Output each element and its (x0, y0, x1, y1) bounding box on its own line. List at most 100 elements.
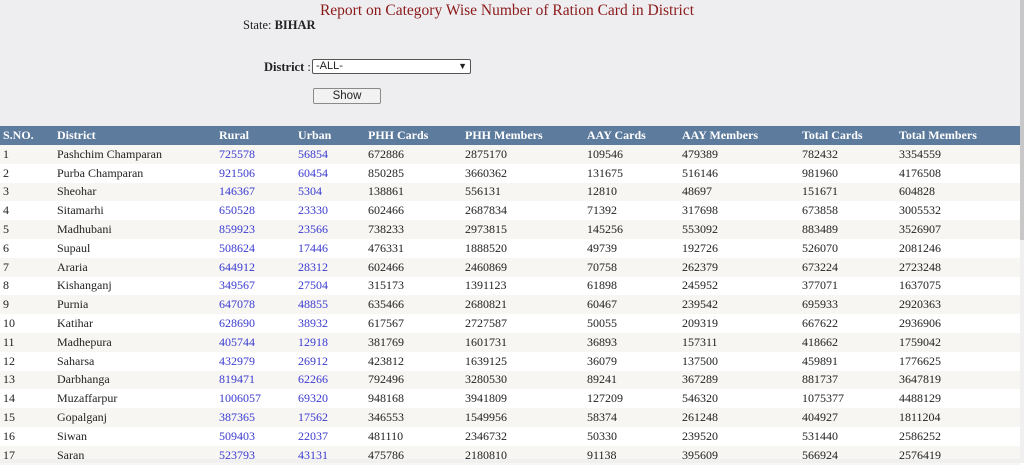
table-cell: 3660362 (462, 163, 584, 183)
table-cell-link[interactable]: 62266 (295, 370, 365, 390)
table-cell: 2081246 (896, 238, 1020, 258)
table-cell: 531440 (799, 426, 896, 446)
table-cell-link[interactable]: 859923 (216, 220, 295, 239)
table-cell-link[interactable]: 22037 (295, 426, 365, 446)
table-cell-link[interactable]: 38932 (295, 314, 365, 333)
table-cell: 11 (0, 332, 54, 352)
table-cell-link[interactable]: 921506 (216, 163, 295, 183)
table-cell: 8 (0, 276, 54, 296)
scrollbar-thumb[interactable] (1020, 0, 1024, 240)
table-cell: 459891 (799, 351, 896, 371)
table-cell-link[interactable]: 628690 (216, 314, 295, 333)
column-header: PHH Cards (365, 126, 462, 145)
state-label: State: (243, 18, 272, 32)
table-cell: 131675 (584, 163, 679, 183)
table-cell-link[interactable]: 725578 (216, 145, 295, 164)
table-cell-link[interactable]: 5304 (295, 182, 365, 202)
table-cell: 883489 (799, 220, 896, 239)
table-cell: 2460869 (462, 257, 584, 277)
table-cell: 127209 (584, 389, 679, 409)
table-cell-link[interactable]: 17562 (295, 408, 365, 427)
table-cell-link[interactable]: 28312 (295, 257, 365, 277)
show-button[interactable]: Show (313, 88, 381, 104)
table-cell: 546320 (679, 389, 799, 409)
table-cell-link[interactable]: 12918 (295, 332, 365, 352)
table-cell-link[interactable]: 17446 (295, 238, 365, 258)
table-cell: 617567 (365, 314, 462, 333)
table-cell-link[interactable]: 60454 (295, 163, 365, 183)
table-row: 2 Purba Champaran 921506 60454 850285 3660362… (0, 163, 1020, 183)
table-cell: 2973815 (462, 220, 584, 239)
table-cell: 70758 (584, 257, 679, 277)
table-cell-link[interactable]: 387365 (216, 408, 295, 427)
table-cell: Pashchim Champaran (54, 145, 216, 164)
table-cell: Sitamarhi (54, 201, 216, 221)
table-cell-link[interactable]: 405744 (216, 332, 295, 352)
table-cell-link[interactable]: 644912 (216, 257, 295, 277)
table-cell: 667622 (799, 314, 896, 333)
table-cell-link[interactable]: 146367 (216, 182, 295, 202)
table-cell-link[interactable]: 69320 (295, 389, 365, 409)
table-row: 12 Saharsa 432979 26912 423812 1639125 36079 13… (0, 351, 1020, 371)
table-cell-link[interactable]: 509403 (216, 426, 295, 446)
column-header: Rural (216, 126, 295, 145)
table-cell-link[interactable]: 349567 (216, 276, 295, 296)
table-cell-link[interactable]: 432979 (216, 351, 295, 371)
table-cell: 1601731 (462, 332, 584, 352)
table-cell: 1759042 (896, 332, 1020, 352)
table-cell-link[interactable]: 56854 (295, 145, 365, 164)
vertical-scrollbar[interactable] (1020, 0, 1024, 463)
table-cell-link[interactable]: 27504 (295, 276, 365, 296)
table-cell: 2875170 (462, 145, 584, 164)
district-select[interactable]: -ALL- ▼ (312, 59, 471, 74)
table-cell: 151671 (799, 182, 896, 202)
table-cell: Siwan (54, 426, 216, 446)
table-cell: 602466 (365, 257, 462, 277)
table-cell: Muzaffarpur (54, 389, 216, 409)
table-cell: 3 (0, 182, 54, 202)
filter-panel: Report on Category Wise Number of Ration… (0, 0, 1024, 126)
report-table: S.NO. District Rural Urban PHH Cards PHH Memb… (0, 126, 1020, 465)
table-cell-link[interactable]: 650528 (216, 201, 295, 221)
table-cell-link[interactable]: 23330 (295, 201, 365, 221)
table-cell-link[interactable]: 1006057 (216, 389, 295, 409)
table-cell: 2687834 (462, 201, 584, 221)
table-cell: Saharsa (54, 351, 216, 371)
table-cell: Katihar (54, 314, 216, 333)
table-row: 16 Siwan 509403 22037 481110 2346732 50330 2395… (0, 426, 1020, 446)
table-cell: 1549956 (462, 408, 584, 427)
table-cell: 738233 (365, 220, 462, 239)
table-cell: 981960 (799, 163, 896, 183)
table-cell-link[interactable]: 23566 (295, 220, 365, 239)
table-cell: Araria (54, 257, 216, 277)
table-cell: 9 (0, 295, 54, 315)
table-cell-link[interactable]: 647078 (216, 295, 295, 315)
table-cell: 48697 (679, 182, 799, 202)
table-cell: 881737 (799, 370, 896, 390)
table-cell: 2680821 (462, 295, 584, 315)
table-cell-link[interactable]: 819471 (216, 370, 295, 390)
table-cell: 381769 (365, 332, 462, 352)
district-label: District (264, 60, 305, 74)
table-cell: 4 (0, 201, 54, 221)
column-header: District (54, 126, 216, 145)
table-cell: Supaul (54, 238, 216, 258)
table-cell: 50055 (584, 314, 679, 333)
table-cell: 2723248 (896, 257, 1020, 277)
table-cell: 418662 (799, 332, 896, 352)
table-row: 3 Sheohar 146367 5304 138861 556131 12810 48697… (0, 182, 1020, 202)
table-cell: 3941809 (462, 389, 584, 409)
table-cell-link[interactable]: 26912 (295, 351, 365, 371)
table-row: 15 Gopalganj 387365 17562 346553 1549956 58374… (0, 408, 1020, 427)
table-cell: 58374 (584, 408, 679, 427)
table-cell: 695933 (799, 295, 896, 315)
table-cell: 2346732 (462, 426, 584, 446)
table-cell: 782432 (799, 145, 896, 164)
table-cell-link[interactable]: 48855 (295, 295, 365, 315)
table-cell-link[interactable]: 508624 (216, 238, 295, 258)
table-cell: 50330 (584, 426, 679, 446)
horizontal-scrollbar[interactable] (0, 459, 1020, 463)
column-header: PHH Members (462, 126, 584, 145)
table-cell: 89241 (584, 370, 679, 390)
table-cell: 12 (0, 351, 54, 371)
